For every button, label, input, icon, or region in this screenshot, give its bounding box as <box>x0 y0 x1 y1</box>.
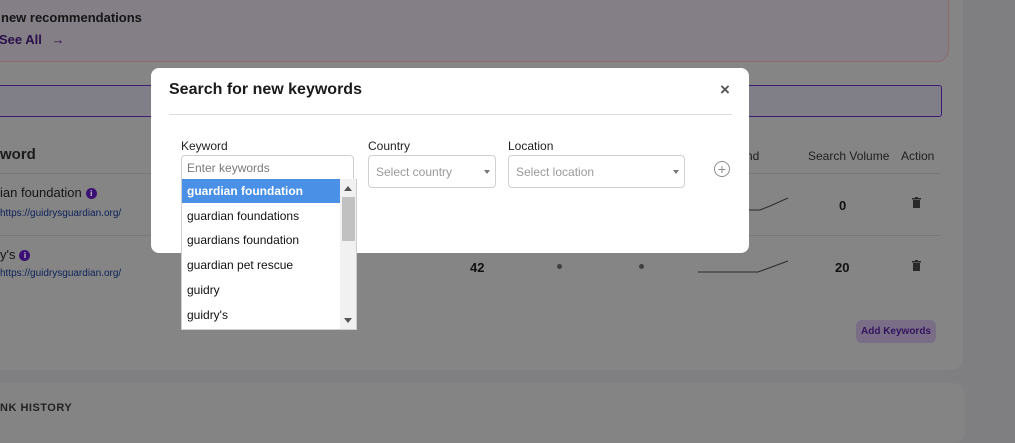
country-label: Country <box>368 139 411 153</box>
location-select[interactable]: Select location <box>508 155 685 188</box>
info-icon[interactable]: i <box>85 188 97 199</box>
see-all-label: See All <box>0 32 42 47</box>
country-placeholder: Select country <box>376 165 453 179</box>
suggestion-item[interactable]: guardians foundation <box>182 228 340 252</box>
keyword-url[interactable]: https://guidrysguardian.org/ <box>0 268 121 279</box>
scroll-up-icon[interactable] <box>344 186 352 191</box>
action-column-header: Action <box>901 149 935 163</box>
recommendations-title: new recommendations <box>1 10 142 25</box>
search-volume-value: 0 <box>839 198 847 213</box>
keyword-text: ian foundation <box>0 185 82 200</box>
arrow-right-icon: → <box>51 32 65 47</box>
suggestion-item[interactable]: guardian pet rescue <box>182 253 340 277</box>
trend-sparkline <box>698 260 789 273</box>
keyword-name[interactable]: ian foundation i <box>0 185 97 200</box>
keyword-suggestions-list: guardian foundation guardian foundations… <box>181 179 357 330</box>
location-label: Location <box>508 139 554 153</box>
add-circle-icon[interactable]: + <box>714 161 730 177</box>
keyword-column-header: word <box>0 146 36 163</box>
scrollbar[interactable] <box>340 179 356 329</box>
recommendations-banner: new recommendations ✦ See All → <box>0 0 949 62</box>
modal-title: Search for new keywords <box>169 81 362 98</box>
search-volume-value: 20 <box>835 260 850 275</box>
suggestion-item[interactable]: guardian foundations <box>182 204 340 228</box>
trash-icon[interactable] <box>912 260 921 271</box>
chevron-down-icon <box>484 170 490 174</box>
suggestion-item[interactable]: guidry's <box>182 303 340 327</box>
rank-history-title: NK HISTORY <box>0 402 73 414</box>
close-icon[interactable]: × <box>715 80 735 100</box>
add-keywords-button[interactable]: Add Keywords <box>856 320 936 343</box>
status-dot <box>557 264 562 269</box>
country-select[interactable]: Select country <box>368 155 496 188</box>
keyword-name[interactable]: y's i <box>0 247 31 262</box>
trend-sparkline <box>746 197 789 211</box>
status-dot <box>639 264 644 269</box>
info-icon[interactable]: i <box>19 250 31 261</box>
trash-icon[interactable] <box>912 197 921 208</box>
keyword-label: Keyword <box>181 139 228 153</box>
chevron-down-icon <box>673 170 679 174</box>
suggestion-item[interactable]: guidry <box>182 278 340 302</box>
see-all-link[interactable]: See All → <box>0 32 65 47</box>
location-placeholder: Select location <box>516 165 595 179</box>
suggestion-item[interactable]: guardian foundation <box>182 179 340 203</box>
rank-history-card <box>0 383 965 443</box>
scroll-down-icon[interactable] <box>344 318 352 323</box>
search-volume-column-header: Search Volume <box>808 149 890 163</box>
keyword-url[interactable]: https://guidrysguardian.org/ <box>0 208 121 219</box>
keyword-input[interactable] <box>181 155 354 179</box>
scrollbar-thumb[interactable] <box>342 197 355 241</box>
modal-divider <box>169 114 732 115</box>
rank-value: 42 <box>470 260 485 275</box>
keyword-text: y's <box>0 247 16 262</box>
